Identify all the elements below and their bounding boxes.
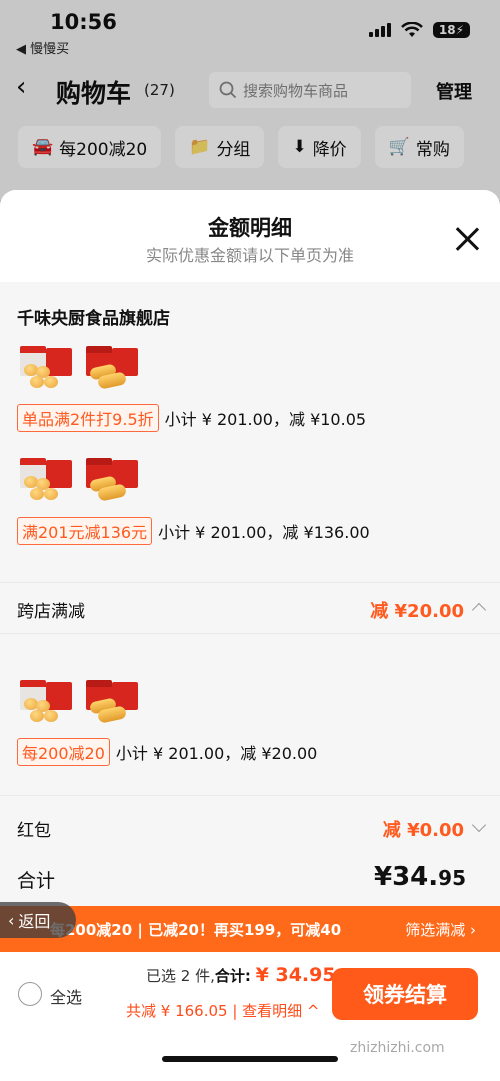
cross-store-value: 减 ¥20.00 <box>370 601 464 622</box>
cross-store-discount-row[interactable]: 跨店满减 减 ¥20.00 <box>0 582 500 634</box>
product-image[interactable] <box>18 674 76 726</box>
chevron-up-icon <box>471 602 487 618</box>
red-packet-row[interactable]: 红包 减 ¥0.00 <box>0 795 500 855</box>
store-section: 千味央厨食品旗舰店 单品满2件打9.5折 小计 ¥ 201.00，减 ¥10.0… <box>0 286 500 580</box>
view-detail-link[interactable]: 共减 ¥ 166.05 | 查看明细 ^ <box>126 1000 320 1021</box>
total-value: ¥34.95 <box>374 862 466 892</box>
selection-summary: 已选 2 件,合计: ¥ 34.95 <box>146 964 336 986</box>
promo-detail: 小计 ¥ 201.00，减 ¥136.00 <box>158 523 370 542</box>
product-thumbs <box>18 340 142 392</box>
red-packet-label: 红包 <box>17 821 51 841</box>
watermark: zhizhizhi.com <box>350 1040 445 1056</box>
promo-tag: 每200减20 <box>17 738 110 766</box>
product-thumbs <box>18 674 142 726</box>
chevron-left-icon: ‹ <box>8 910 15 930</box>
checkout-button[interactable]: 领券结算 <box>332 968 478 1020</box>
total-amount: ¥ 34.95 <box>255 964 336 986</box>
red-packet-value: 减 ¥0.00 <box>382 820 464 841</box>
sheet-title: 金额明细 <box>208 216 292 240</box>
back-label: 返回 <box>18 912 51 931</box>
total-label: 合计 <box>17 870 56 892</box>
promo-detail: 小计 ¥ 201.00，减 ¥20.00 <box>115 744 318 763</box>
filter-discount-link[interactable]: 筛选满减 › <box>405 919 476 940</box>
promo-row: 单品满2件打9.5折 小计 ¥ 201.00，减 ¥10.05 <box>17 404 366 432</box>
checkout-bar: 全选 已选 2 件,合计: ¥ 34.95 共减 ¥ 166.05 | 查看明细… <box>0 952 500 1081</box>
back-floating-button[interactable]: ‹ 返回 <box>0 902 76 938</box>
promo-row: 每200减20 小计 ¥ 201.00，减 ¥20.00 <box>17 738 317 766</box>
cross-store-section: 每200减20 小计 ¥ 201.00，减 ¥20.00 <box>0 634 500 794</box>
promo-banner[interactable]: 每200减20 | 已减20！再买199，可减40 筛选满减 › <box>0 906 500 952</box>
sheet-subtitle: 实际优惠金额请以下单页为准 <box>145 246 354 265</box>
product-thumbs <box>18 452 142 504</box>
promo-detail: 小计 ¥ 201.00，减 ¥10.05 <box>164 410 367 429</box>
home-indicator <box>162 1056 338 1062</box>
close-icon[interactable] <box>454 226 480 252</box>
product-image[interactable] <box>18 340 76 392</box>
selected-count: 已选 2 件, <box>146 967 215 985</box>
sheet-header: 金额明细 实际优惠金额请以下单页为准 <box>0 190 500 282</box>
promo-row: 满201元减136元 小计 ¥ 201.00，减 ¥136.00 <box>17 517 370 545</box>
promo-tag: 满201元减136元 <box>17 517 153 545</box>
cross-store-label: 跨店满减 <box>17 602 85 622</box>
total-label: 合计: <box>214 967 251 985</box>
amount-detail-sheet: 金额明细 实际优惠金额请以下单页为准 千味央厨食品旗舰店 单品满2件打9.5折 … <box>0 190 500 1081</box>
total-row: 合计 ¥34.95 <box>0 856 500 906</box>
product-image[interactable] <box>84 674 142 726</box>
select-all-label[interactable]: 全选 <box>50 984 82 1008</box>
chevron-down-icon <box>471 817 487 833</box>
product-image[interactable] <box>84 340 142 392</box>
product-image[interactable] <box>84 452 142 504</box>
store-name: 千味央厨食品旗舰店 <box>17 309 170 329</box>
product-image[interactable] <box>18 452 76 504</box>
promo-tag: 单品满2件打9.5折 <box>17 404 159 432</box>
select-all-checkbox[interactable] <box>18 982 42 1006</box>
promo-banner-text: 每200减20 | 已减20！再买199，可减40 <box>50 921 342 939</box>
